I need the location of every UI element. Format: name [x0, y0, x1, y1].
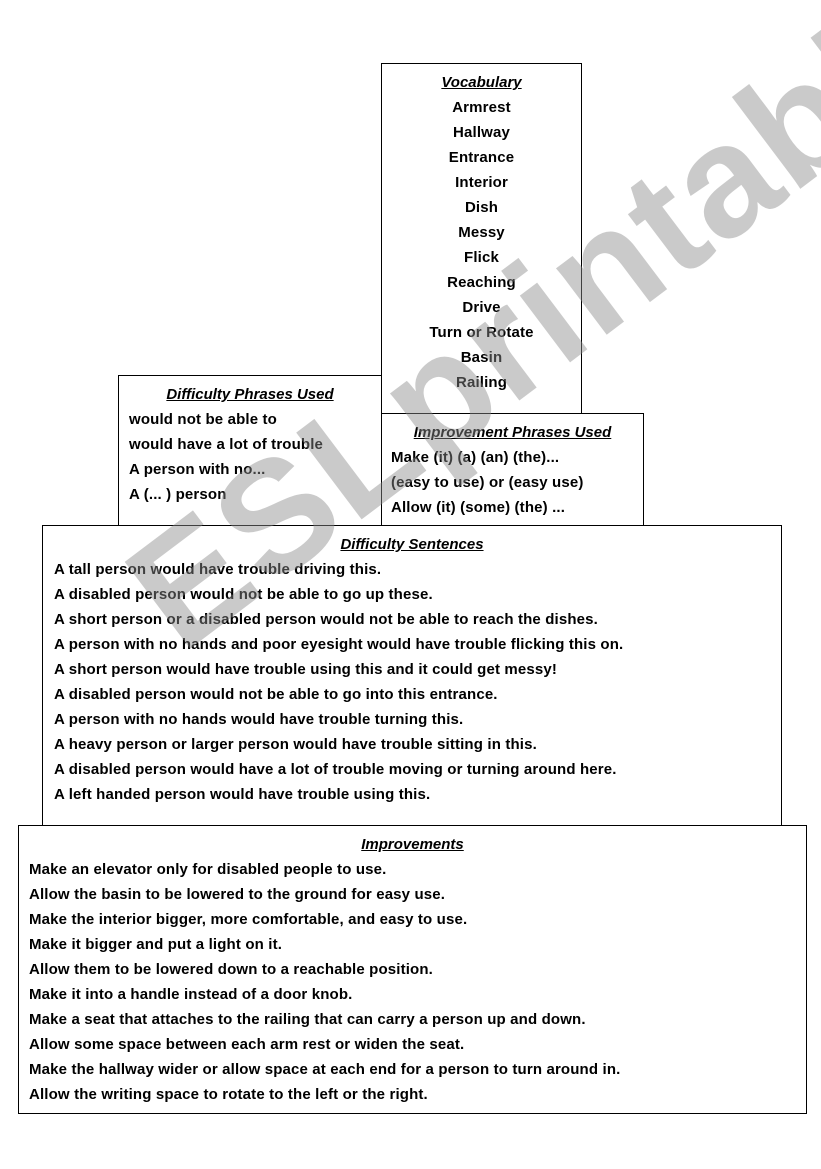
- improvement-sentence: Allow some space between each arm rest o…: [29, 1036, 465, 1053]
- difficulty-phrases-box: Difficulty Phrases Used would not be abl…: [118, 375, 382, 526]
- difficulty-sentences-box: Difficulty Sentences A tall person would…: [42, 525, 782, 826]
- vocabulary-item: Reaching: [447, 274, 516, 291]
- improvement-phrase: (easy to use) or (easy use): [391, 474, 584, 491]
- vocabulary-item: Entrance: [448, 149, 515, 166]
- difficulty-sentence: A person with no hands and poor eyesight…: [54, 636, 624, 653]
- vocabulary-item: Basin: [460, 349, 503, 366]
- difficulty-phrase: would have a lot of trouble: [129, 436, 324, 453]
- improvement-sentence: Make it into a handle instead of a door …: [29, 986, 353, 1003]
- improvement-sentence: Allow them to be lowered down to a reach…: [29, 961, 433, 978]
- difficulty-sentence: A disabled person would not be able to g…: [54, 686, 498, 703]
- improvement-phrases-box: Improvement Phrases Used Make (it) (a) (…: [381, 413, 644, 526]
- difficulty-sentence: A heavy person or larger person would ha…: [54, 736, 537, 753]
- vocabulary-item: Dish: [464, 199, 499, 216]
- improvement-phrases-title: Improvement Phrases Used: [413, 424, 612, 441]
- difficulty-sentences-title: Difficulty Sentences: [340, 536, 484, 553]
- difficulty-sentence: A tall person would have trouble driving…: [54, 561, 382, 578]
- improvements-title: Improvements: [361, 836, 464, 853]
- improvement-sentence: Make an elevator only for disabled peopl…: [29, 861, 387, 878]
- difficulty-sentence: A disabled person would not be able to g…: [54, 586, 433, 603]
- difficulty-phrase: would not be able to: [129, 411, 277, 428]
- vocabulary-item: Drive: [462, 299, 501, 316]
- difficulty-sentence: A left handed person would have trouble …: [54, 786, 431, 803]
- improvement-sentence: Make it bigger and put a light on it.: [29, 936, 283, 953]
- difficulty-sentence: A person with no hands would have troubl…: [54, 711, 464, 728]
- vocabulary-title: Vocabulary: [441, 74, 522, 91]
- vocabulary-item: Messy: [458, 224, 505, 241]
- improvement-sentence: Allow the writing space to rotate to the…: [29, 1086, 428, 1103]
- vocabulary-item: Hallway: [453, 124, 510, 141]
- improvements-box: Improvements Make an elevator only for d…: [18, 825, 807, 1114]
- difficulty-sentence: A short person or a disabled person woul…: [54, 611, 598, 628]
- improvement-sentence: Make the interior bigger, more comfortab…: [29, 911, 468, 928]
- difficulty-phrase: A (... ) person: [129, 486, 227, 503]
- improvement-sentence: Make a seat that attaches to the railing…: [29, 1011, 586, 1028]
- vocabulary-box: Vocabulary Armrest Hallway Entrance Inte…: [381, 63, 582, 414]
- vocabulary-item: Flick: [464, 249, 499, 266]
- vocabulary-item: Railing: [455, 374, 508, 391]
- vocabulary-item: Interior: [455, 174, 508, 191]
- vocabulary-item: Turn or Rotate: [429, 324, 534, 341]
- difficulty-phrase: A person with no...: [129, 461, 266, 478]
- improvement-sentence: Allow the basin to be lowered to the gro…: [29, 886, 446, 903]
- improvement-sentence: Make the hallway wider or allow space at…: [29, 1061, 621, 1078]
- improvement-phrase: Make (it) (a) (an) (the)...: [391, 449, 560, 466]
- difficulty-sentence: A short person would have trouble using …: [54, 661, 558, 678]
- difficulty-phrases-title: Difficulty Phrases Used: [166, 386, 334, 403]
- difficulty-sentence: A disabled person would have a lot of tr…: [54, 761, 617, 778]
- vocabulary-item: Armrest: [452, 99, 511, 116]
- improvement-phrase: Allow (it) (some) (the) ...: [391, 499, 566, 516]
